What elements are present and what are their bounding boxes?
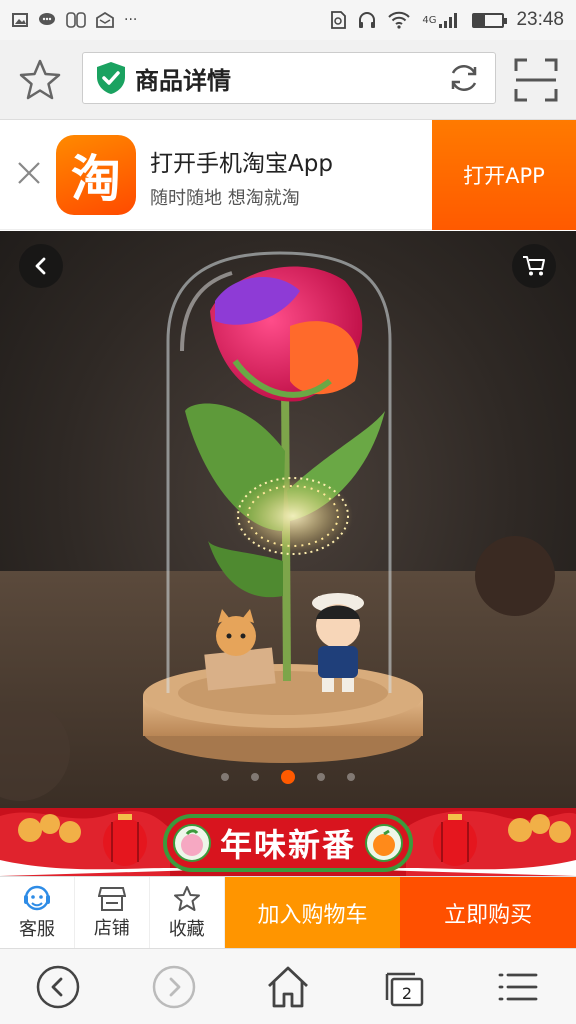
tabs-icon: 2 <box>385 972 424 1007</box>
shop-icon <box>97 886 126 911</box>
notification-icons: ··· <box>12 12 137 28</box>
gallery-dot[interactable] <box>347 773 355 781</box>
menu-icon <box>498 973 538 1001</box>
open-app-button[interactable]: 打开APP <box>432 120 576 230</box>
back-button[interactable] <box>19 244 63 288</box>
close-icon <box>18 162 40 184</box>
battery-icon <box>472 12 508 28</box>
refresh-icon[interactable] <box>447 61 481 95</box>
customer-service-label: 客服 <box>18 918 55 940</box>
page-title: 商品详情 <box>135 66 231 95</box>
favorite-button[interactable]: 收藏 <box>150 877 225 948</box>
signal-icon <box>439 13 458 28</box>
mail-icon <box>96 12 114 28</box>
face-icon <box>66 12 86 28</box>
gallery-dot[interactable] <box>317 773 325 781</box>
cart-icon <box>523 256 545 276</box>
gallery-pagination <box>0 770 576 784</box>
network-type: 4G <box>422 15 437 26</box>
shop-button[interactable]: 店铺 <box>75 877 150 948</box>
more-icon: ··· <box>124 12 138 28</box>
image-icon <box>12 13 28 27</box>
star-outline-icon <box>173 885 200 911</box>
app-promo-subtitle: 随时随地 想淘就淘 <box>150 188 300 209</box>
close-banner-button[interactable] <box>14 158 44 188</box>
app-promo-title: 打开手机淘宝App <box>150 151 333 177</box>
product-image-gallery[interactable] <box>0 231 576 809</box>
shop-label: 店铺 <box>93 917 130 939</box>
gallery-dot[interactable] <box>221 773 229 781</box>
browser-bottom-nav: 2 <box>0 948 576 1024</box>
festive-promo-banner[interactable]: 年味新番 <box>0 808 576 876</box>
taobao-logo: 淘 <box>56 135 136 215</box>
tabs-button[interactable]: 2 <box>380 963 428 1011</box>
home-icon <box>268 966 308 1008</box>
add-to-cart-button[interactable]: 加入购物车 <box>224 877 401 948</box>
address-bar[interactable]: 商品详情 <box>82 52 496 104</box>
gallery-dot-active[interactable] <box>281 770 295 784</box>
app-promo-banner: 淘 打开手机淘宝App 随时随地 想淘就淘 打开APP <box>0 120 576 230</box>
wifi-icon <box>388 11 411 29</box>
tab-count: 2 <box>402 984 412 1003</box>
star-icon <box>19 59 61 100</box>
buy-now-button[interactable]: 立即购买 <box>400 877 576 948</box>
scan-icon <box>514 58 558 102</box>
browser-back-button[interactable] <box>34 963 82 1011</box>
chat-icon <box>39 13 55 25</box>
product-photo <box>0 251 576 809</box>
peach-icon <box>173 824 211 862</box>
headphones-icon <box>359 12 376 28</box>
browser-toolbar: 商品详情 <box>0 40 576 120</box>
forward-circle-icon <box>152 965 196 1009</box>
sim-icon <box>331 11 347 29</box>
home-button[interactable] <box>264 963 312 1011</box>
service-icon <box>23 885 50 910</box>
festive-banner-text: 年味新番 <box>219 826 356 864</box>
menu-button[interactable] <box>494 963 542 1011</box>
back-circle-icon <box>36 965 80 1009</box>
festive-badge: 年味新番 <box>163 814 413 872</box>
favorite-label: 收藏 <box>168 918 205 940</box>
chevron-left-icon <box>35 257 46 275</box>
product-action-bar: 客服 店铺 收藏 加入购物车 立即购买 <box>0 876 576 948</box>
orange-icon <box>365 824 403 862</box>
secure-shield-icon <box>97 62 125 94</box>
browser-forward-button[interactable] <box>150 963 198 1011</box>
scan-button[interactable] <box>512 56 560 104</box>
system-indicators: 4G 23:48 <box>330 9 564 31</box>
cart-button[interactable] <box>512 244 556 288</box>
clock: 23:48 <box>516 9 564 30</box>
bookmark-button[interactable] <box>16 56 64 104</box>
gallery-dot[interactable] <box>251 773 259 781</box>
status-bar: ··· 4G 23:48 <box>0 0 576 40</box>
customer-service-button[interactable]: 客服 <box>0 877 75 948</box>
